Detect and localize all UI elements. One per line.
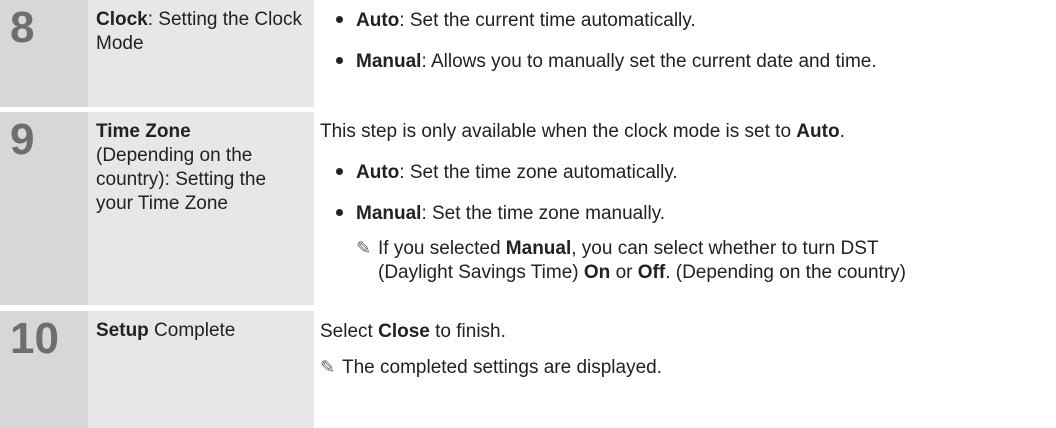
intro-text: This step is only available when the clo… [320,121,797,142]
note-text: (Daylight Savings Time) [378,262,584,283]
intro-bold: Auto [796,121,840,142]
step-title: Time Zone (Depending on the country): Set… [96,120,308,216]
pencil-note-icon: ✎ [356,238,372,258]
step-intro: Select Close to finish. [320,320,506,344]
step-number: 10 [10,314,59,363]
note-bold: On [583,262,611,283]
step-title-cell: Setup Complete [88,311,314,428]
intro-bold: Close [378,321,430,342]
bullet-text: : Set the current time automatically. [399,10,696,31]
step-number-cell: 8 [0,0,88,107]
bullet-item: Manual: Allows you to manually set the c… [336,50,877,74]
setup-steps-table: 8 Clock: Setting the Clock Mode Auto: Se… [0,0,1056,428]
note-line-2: (Daylight Savings Time) On or Off. (Depe… [378,261,906,285]
step-row-8: 8 Clock: Setting the Clock Mode Auto: Se… [0,0,1056,107]
bullet-text: : Set the time zone manually. [421,203,666,224]
step-number-cell: 9 [0,112,88,305]
step-number: 8 [10,3,35,52]
bullet-dot-icon [336,16,343,24]
step-number: 9 [10,115,35,164]
note-line: ✎ The completed settings are displayed. [320,355,662,380]
step-title-cell: Time Zone (Depending on the country): Set… [88,112,314,305]
intro-text: Select [320,321,379,342]
step-row-9: 9 Time Zone (Depending on the country): S… [0,112,1056,305]
step-title: Clock: Setting the Clock Mode [96,8,308,56]
bullet-item: Auto: Set the time zone automatically. [336,161,678,185]
note-bold: Off [637,262,666,283]
bullet-bold: Manual [356,203,422,224]
bullet-dot-icon [336,57,343,65]
intro-end: to finish. [429,321,506,342]
bullet-bold: Manual [356,51,422,72]
bullet-bold: Auto [356,162,400,183]
step-title-cell: Clock: Setting the Clock Mode [88,0,314,107]
note-text: . (Depending on the country) [665,262,906,283]
step-description: Auto: Set the current time automatically… [320,0,1056,107]
pencil-note-icon: ✎ [320,357,336,377]
note-text: The completed settings are displayed. [342,357,663,378]
step-number-cell: 10 [0,311,88,428]
step-row-10: 10 Setup Complete Select Close to finish… [0,311,1056,428]
step-title-bold: Clock [96,9,148,30]
step-title-bold: Time Zone [96,121,191,142]
intro-end: . [839,121,845,142]
bullet-text: : Allows you to manually set the current… [421,51,877,72]
bullet-item: Manual: Set the time zone manually. [336,202,665,226]
step-title-rest: (Depending on the country): Setting the … [96,145,267,214]
bullet-dot-icon [336,209,343,217]
step-description: Select Close to finish. ✎ The completed s… [320,311,1056,428]
step-description: This step is only available when the clo… [320,112,1056,305]
note-line: ✎ If you selected Manual, you can select … [356,236,879,261]
step-title: Setup Complete [96,319,308,343]
step-title-rest: Complete [148,320,236,341]
note-text: If you selected [378,238,506,259]
step-title-bold: Setup [96,320,149,341]
note-text: or [610,262,638,283]
bullet-item: Auto: Set the current time automatically… [336,9,696,33]
step-intro: This step is only available when the clo… [320,120,845,144]
note-bold: Manual [505,238,572,259]
bullet-bold: Auto [356,10,400,31]
note-text: , you can select whether to turn DST [571,238,879,259]
bullet-text: : Set the time zone automatically. [399,162,678,183]
bullet-dot-icon [336,168,343,176]
